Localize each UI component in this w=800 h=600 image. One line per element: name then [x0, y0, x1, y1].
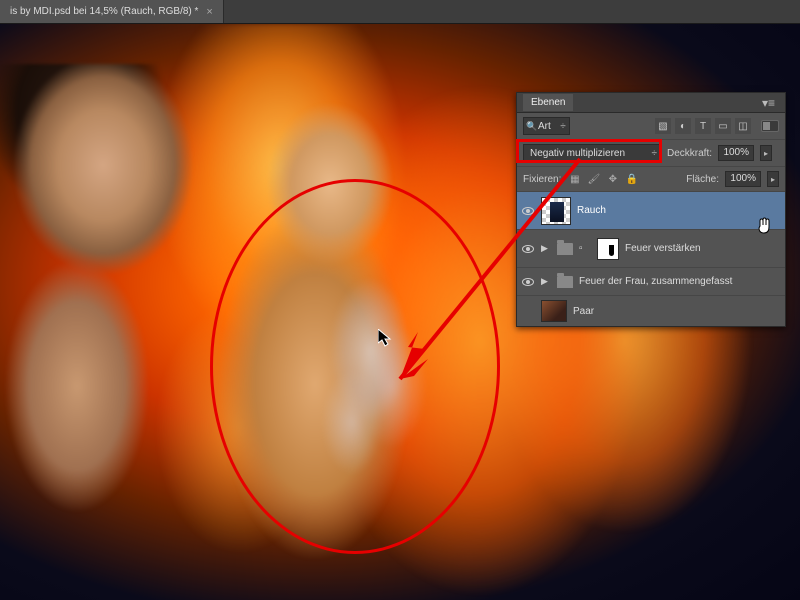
opacity-label: Deckkraft:: [667, 148, 712, 159]
layer-list: Rauch ▶ ▫ Feuer verstärken ▶ Feuer der F…: [517, 192, 785, 326]
lock-fill-row: Fixieren: ▦ 🖌 ✥ 🔒 Fläche: 100% ▸: [517, 167, 785, 192]
fill-flyout-icon[interactable]: ▸: [767, 171, 779, 187]
filter-type-select[interactable]: Art: [523, 117, 570, 135]
panel-tab-layers[interactable]: Ebenen: [523, 94, 573, 111]
lock-icons-group: ▦ 🖌 ✥ 🔒: [567, 172, 639, 187]
lock-pixels-icon[interactable]: 🖌: [586, 172, 601, 187]
document-tab-title: is by MDI.psd bei 14,5% (Rauch, RGB/8) *: [10, 6, 198, 17]
close-tab-icon[interactable]: ×: [206, 6, 212, 18]
layer-row-feuer-frau[interactable]: ▶ Feuer der Frau, zusammengefasst: [517, 268, 785, 296]
layer-row-feuer-verstaerken[interactable]: ▶ ▫ Feuer verstärken: [517, 230, 785, 268]
filter-row: Art ▧ ◐ T ▭ ◫: [517, 113, 785, 140]
blend-opacity-row: Negativ multiplizieren Deckkraft: 100% ▸: [517, 140, 785, 167]
eye-icon: [522, 207, 534, 215]
smoke-layer-visual: [280, 254, 460, 494]
fill-input[interactable]: 100%: [725, 171, 761, 187]
lock-position-icon[interactable]: ✥: [605, 172, 620, 187]
visibility-toggle[interactable]: [521, 245, 535, 253]
lock-transparency-icon[interactable]: ▦: [567, 172, 582, 187]
document-tab-bar: is by MDI.psd bei 14,5% (Rauch, RGB/8) *…: [0, 0, 800, 24]
filter-icons-group: ▧ ◐ T ▭ ◫: [655, 118, 751, 134]
canvas[interactable]: Ebenen ▾≡ Art ▧ ◐ T ▭ ◫ Negativ multipli…: [0, 24, 800, 600]
opacity-input[interactable]: 100%: [718, 145, 754, 161]
layer-name-label[interactable]: Paar: [573, 306, 781, 317]
layer-thumbnail[interactable]: [541, 197, 571, 225]
lock-all-icon[interactable]: 🔒: [624, 172, 639, 187]
layer-thumbnail[interactable]: [541, 300, 567, 322]
opacity-flyout-icon[interactable]: ▸: [760, 145, 772, 161]
layers-panel: Ebenen ▾≡ Art ▧ ◐ T ▭ ◫ Negativ multipli…: [516, 92, 786, 327]
visibility-toggle[interactable]: [521, 207, 535, 215]
filter-pixel-icon[interactable]: ▧: [655, 118, 671, 134]
layer-name-label[interactable]: Feuer verstärken: [625, 243, 781, 254]
link-icon: ▫: [579, 243, 591, 254]
filter-toggle-switch[interactable]: [761, 120, 779, 132]
filter-adjust-icon[interactable]: ◐: [675, 118, 691, 134]
eye-icon: [522, 245, 534, 253]
eye-icon: [522, 278, 534, 286]
visibility-toggle[interactable]: [521, 278, 535, 286]
document-tab[interactable]: is by MDI.psd bei 14,5% (Rauch, RGB/8) *…: [0, 0, 224, 23]
layer-name-label[interactable]: Rauch: [577, 205, 781, 216]
filter-type-label: Art: [538, 121, 551, 132]
layer-row-paar[interactable]: Paar: [517, 296, 785, 326]
lock-label: Fixieren:: [523, 174, 561, 185]
layer-name-label[interactable]: Feuer der Frau, zusammengefasst: [579, 276, 781, 287]
folder-icon: [557, 276, 573, 288]
blend-mode-select[interactable]: Negativ multiplizieren: [523, 144, 661, 162]
disclosure-icon[interactable]: ▶: [541, 243, 551, 254]
filter-shape-icon[interactable]: ▭: [715, 118, 731, 134]
panel-menu-icon[interactable]: ▾≡: [758, 96, 779, 110]
filter-type-icon[interactable]: T: [695, 118, 711, 134]
disclosure-icon[interactable]: ▶: [541, 276, 551, 287]
blend-mode-value: Negativ multiplizieren: [530, 148, 625, 159]
filter-smart-icon[interactable]: ◫: [735, 118, 751, 134]
folder-icon: [557, 243, 573, 255]
panel-tab-bar: Ebenen ▾≡: [517, 93, 785, 113]
mask-thumbnail[interactable]: [597, 238, 619, 260]
fill-label: Fläche:: [686, 174, 719, 185]
layer-row-rauch[interactable]: Rauch: [517, 192, 785, 230]
